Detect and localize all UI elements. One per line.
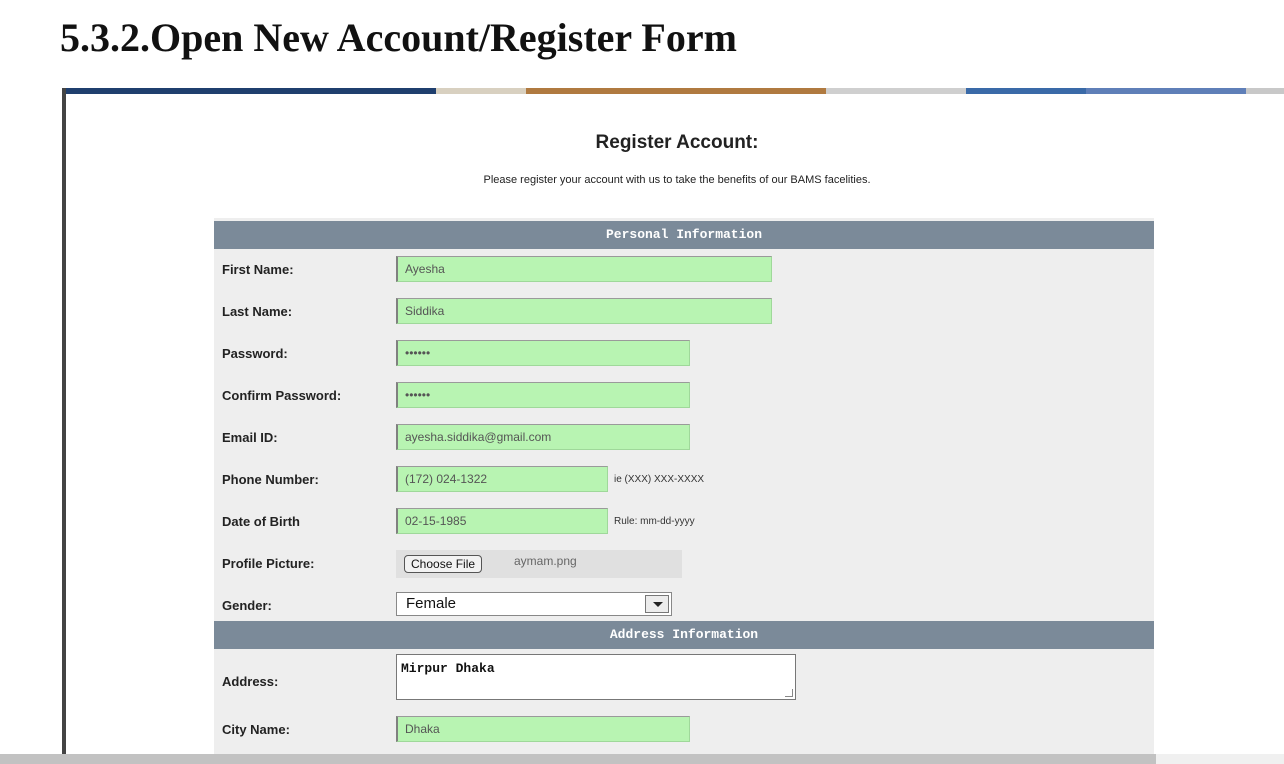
dob-input[interactable]: 02-15-1985 bbox=[396, 508, 608, 534]
city-input[interactable]: Dhaka bbox=[396, 716, 690, 742]
register-form: Personal Information First Name: Ayesha … bbox=[214, 218, 1154, 764]
password-label: Password: bbox=[222, 346, 288, 361]
banner-segment bbox=[66, 88, 436, 94]
profile-picture-label: Profile Picture: bbox=[222, 556, 315, 571]
banner-segment bbox=[1086, 88, 1246, 94]
chevron-down-icon bbox=[653, 602, 663, 607]
section-header-personal: Personal Information bbox=[214, 221, 1154, 249]
banner-segment bbox=[436, 88, 526, 94]
address-label: Address: bbox=[222, 674, 279, 689]
email-label: Email ID: bbox=[222, 430, 278, 445]
page-title: Register Account: bbox=[595, 132, 759, 153]
last-name-label: Last Name: bbox=[222, 304, 293, 319]
phone-label: Phone Number: bbox=[222, 472, 319, 487]
page-subtitle: Please register your account with us to … bbox=[483, 174, 871, 186]
choose-file-button[interactable]: Choose File bbox=[404, 555, 483, 573]
gender-select[interactable]: Female bbox=[396, 592, 672, 616]
first-name-label: First Name: bbox=[222, 262, 294, 277]
document-heading: 5.3.2.Open New Account/Register Form bbox=[60, 15, 737, 60]
gender-label: Gender: bbox=[222, 598, 272, 613]
confirm-password-label: Confirm Password: bbox=[222, 388, 342, 403]
first-name-input[interactable]: Ayesha bbox=[396, 256, 772, 282]
register-page-screenshot: Register Account: Please register your a… bbox=[62, 88, 1284, 764]
dropdown-button[interactable] bbox=[645, 595, 669, 613]
banner-segment bbox=[826, 88, 966, 94]
scrollbar-thumb[interactable] bbox=[0, 754, 1156, 764]
gender-selected-value: Female bbox=[406, 595, 457, 612]
email-input[interactable]: ayesha.siddika@gmail.com bbox=[396, 424, 690, 450]
phone-format-hint: ie (XXX) XXX-XXXX bbox=[614, 474, 705, 485]
dob-label: Date of Birth bbox=[222, 514, 300, 529]
address-textarea[interactable]: Mirpur Dhaka bbox=[396, 654, 796, 700]
phone-input[interactable]: (172) 024-1322 bbox=[396, 466, 608, 492]
confirm-password-input[interactable]: •••••• bbox=[396, 382, 690, 408]
address-value: Mirpur Dhaka bbox=[401, 661, 495, 676]
profile-picture-field: Choose File aymam.png bbox=[396, 550, 682, 578]
banner-strip bbox=[66, 88, 1284, 94]
banner-segment bbox=[966, 88, 1086, 94]
horizontal-scrollbar[interactable] bbox=[0, 754, 1284, 764]
resize-handle-icon[interactable] bbox=[785, 689, 793, 697]
dob-format-hint: Rule: mm-dd-yyyy bbox=[614, 516, 695, 527]
section-header-address: Address Information bbox=[214, 621, 1154, 649]
selected-file-name: aymam.png bbox=[514, 554, 577, 568]
banner-segment bbox=[526, 88, 826, 94]
password-input[interactable]: •••••• bbox=[396, 340, 690, 366]
city-label: City Name: bbox=[222, 722, 290, 737]
last-name-input[interactable]: Siddika bbox=[396, 298, 772, 324]
